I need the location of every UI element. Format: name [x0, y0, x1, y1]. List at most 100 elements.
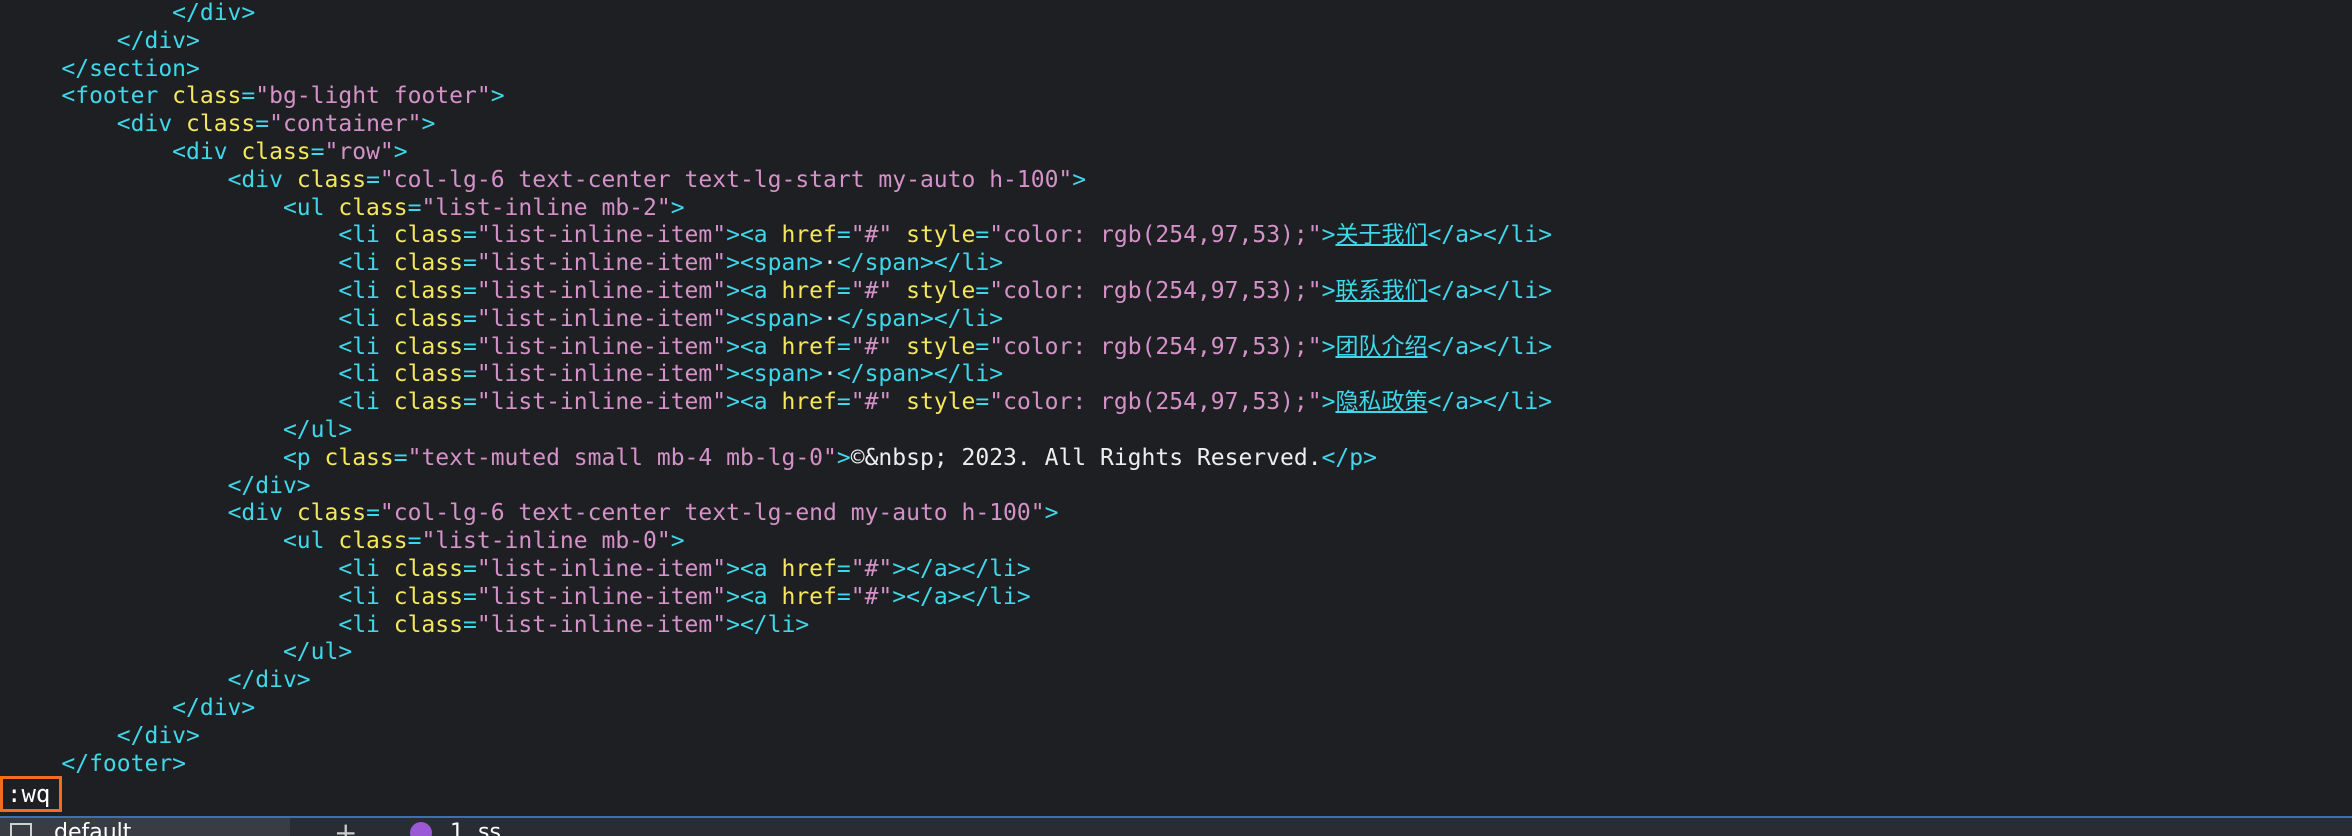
code-token-tag: ><a: [726, 277, 782, 304]
code-token-tag: >: [1072, 166, 1087, 193]
code-token-attr: class: [186, 111, 256, 138]
code-token-tag: <div: [116, 111, 187, 138]
code-line: <footer class="bg-light footer">: [6, 83, 2346, 111]
code-token-tag: <div: [227, 166, 297, 193]
code-token-punct: =: [462, 305, 477, 332]
add-tab-button[interactable]: +: [334, 818, 357, 836]
code-token-attr: class: [324, 444, 394, 471]
code-line: <p class="text-muted small mb-4 mb-lg-0"…: [6, 445, 2346, 473]
code-token-tag: ><a: [726, 389, 782, 416]
code-token-tag: <li: [338, 250, 394, 277]
code-line: <div class="col-lg-6 text-center text-lg…: [6, 500, 2346, 528]
code-token-tag: <li: [338, 277, 394, 304]
code-token-punct: =: [462, 611, 477, 638]
code-token-str: "color: rgb(254,97,53);": [989, 333, 1322, 360]
code-token-tag: <p: [282, 444, 325, 471]
code-token-text: ⋅: [823, 361, 837, 388]
code-token-str: "#": [850, 389, 893, 416]
code-line: <li class="list-inline-item"><span>⋅</sp…: [6, 250, 2346, 278]
code-token-attr: style: [906, 333, 976, 360]
code-token-attr: class: [393, 389, 463, 416]
code-token-link: 联系我们: [1335, 277, 1428, 304]
code-line: </ul>: [6, 639, 2346, 667]
code-line: <ul class="list-inline mb-2">: [6, 195, 2346, 223]
code-line: <li class="list-inline-item"><span>⋅</sp…: [6, 306, 2346, 334]
code-token-str: "color: rgb(254,97,53);": [989, 389, 1322, 416]
code-token-str: "list-inline-item": [476, 555, 727, 582]
code-line: <li class="list-inline-item"><a href="#"…: [6, 556, 2346, 584]
code-line: </div>: [6, 667, 2346, 695]
code-token-punct: =: [462, 361, 477, 388]
code-token-tag: ></li>: [726, 611, 810, 638]
code-token-attr: class: [393, 555, 463, 582]
code-line: </div>: [6, 473, 2346, 501]
code-line: <div class="col-lg-6 text-center text-lg…: [6, 167, 2346, 195]
command-line[interactable]: :wq: [0, 776, 62, 812]
code-token-link: 团队介绍: [1335, 333, 1428, 360]
code-line: </section>: [6, 56, 2346, 84]
code-token-tag: </a></li>: [1427, 389, 1553, 416]
code-token-tag: <div: [227, 500, 297, 527]
code-editor[interactable]: </div> </div> </section> <footer class="…: [6, 0, 2346, 780]
code-token-link: 关于我们: [1335, 222, 1428, 249]
code-line: <li class="list-inline-item"><a href="#"…: [6, 584, 2346, 612]
code-token-tag: >: [490, 83, 505, 110]
code-line: <li class="list-inline-item"><a href="#"…: [6, 334, 2346, 362]
code-token-attr: href: [781, 389, 837, 416]
code-token-attr: class: [338, 194, 408, 221]
code-line: </div>: [6, 0, 2346, 28]
code-token-tag: >: [836, 444, 851, 471]
code-line: </div>: [6, 695, 2346, 723]
code-token-tag: <li: [338, 305, 394, 332]
code-token-tag: <li: [338, 389, 394, 416]
code-token-punct: =: [255, 111, 270, 138]
code-token-tag: <footer: [61, 83, 173, 110]
code-token-str: "col-lg-6 text-center text-lg-end my-aut…: [379, 500, 1045, 527]
code-token-tag: <ul: [282, 528, 339, 555]
code-line: <div class="container">: [6, 111, 2346, 139]
code-token-str: "col-lg-6 text-center text-lg-start my-a…: [379, 166, 1073, 193]
code-token-text: ⋅: [823, 250, 837, 277]
code-token-attr: class: [393, 222, 463, 249]
code-token-punct: =: [836, 555, 851, 582]
session-name[interactable]: 1. ss: [450, 820, 501, 836]
code-token-str: "color: rgb(254,97,53);": [989, 277, 1322, 304]
code-token-attr: class: [241, 138, 311, 165]
code-token-tag: >: [1321, 389, 1336, 416]
code-token-attr: class: [393, 305, 463, 332]
terminal-icon: [10, 823, 32, 836]
code-token-str: "bg-light footer": [255, 83, 491, 110]
code-token-link: 隐私政策: [1335, 389, 1428, 416]
terminal-tab[interactable]: default: [0, 818, 290, 836]
code-token-tag: ></a></li>: [892, 583, 1031, 610]
code-token-str: "list-inline-item": [476, 305, 727, 332]
code-token-punct: =: [975, 333, 990, 360]
code-token-tag: </span></li>: [836, 361, 1004, 388]
code-token-str: "list-inline-item": [476, 361, 727, 388]
code-token-tag: >: [1321, 277, 1336, 304]
code-token-tag: </ul>: [282, 639, 353, 666]
code-line: <li class="list-inline-item"></li>: [6, 612, 2346, 640]
code-token-tag: >: [1321, 333, 1336, 360]
code-token-punct: =: [310, 138, 325, 165]
tab-name: default: [54, 820, 132, 836]
code-token-str: "#": [850, 333, 893, 360]
code-token-str: "list-inline-item": [476, 277, 727, 304]
code-token-tag: </a></li>: [1427, 277, 1553, 304]
code-line: <li class="list-inline-item"><a href="#"…: [6, 278, 2346, 306]
code-token-tag: <div: [172, 138, 242, 165]
code-line: </div>: [6, 28, 2346, 56]
